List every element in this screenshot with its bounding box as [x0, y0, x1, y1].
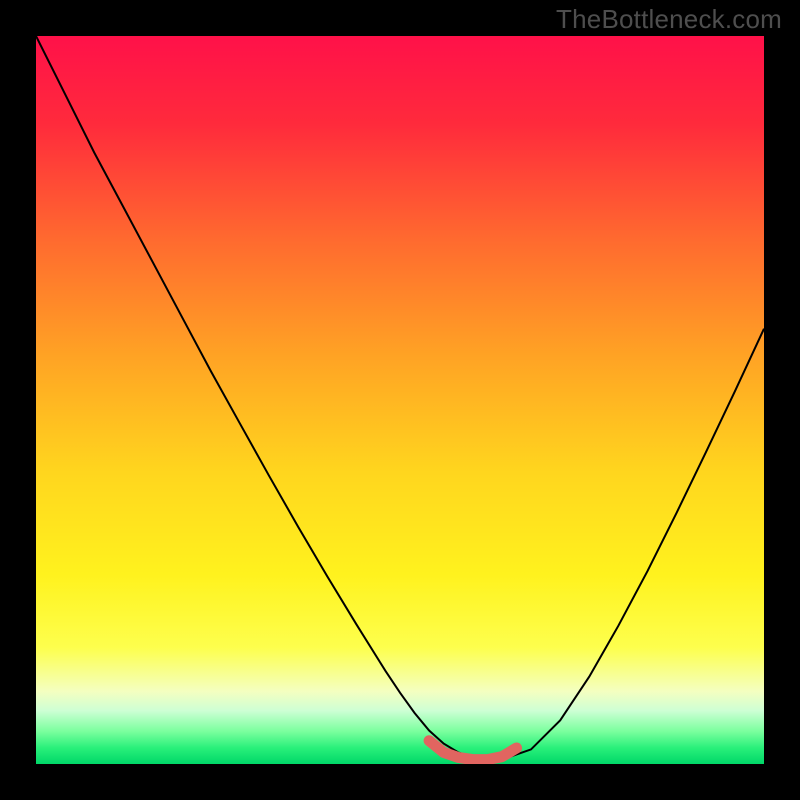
plot-svg [36, 36, 764, 764]
gradient-background [36, 36, 764, 764]
chart-frame: TheBottleneck.com [0, 0, 800, 800]
plot-area [36, 36, 764, 764]
watermark-text: TheBottleneck.com [556, 4, 782, 35]
